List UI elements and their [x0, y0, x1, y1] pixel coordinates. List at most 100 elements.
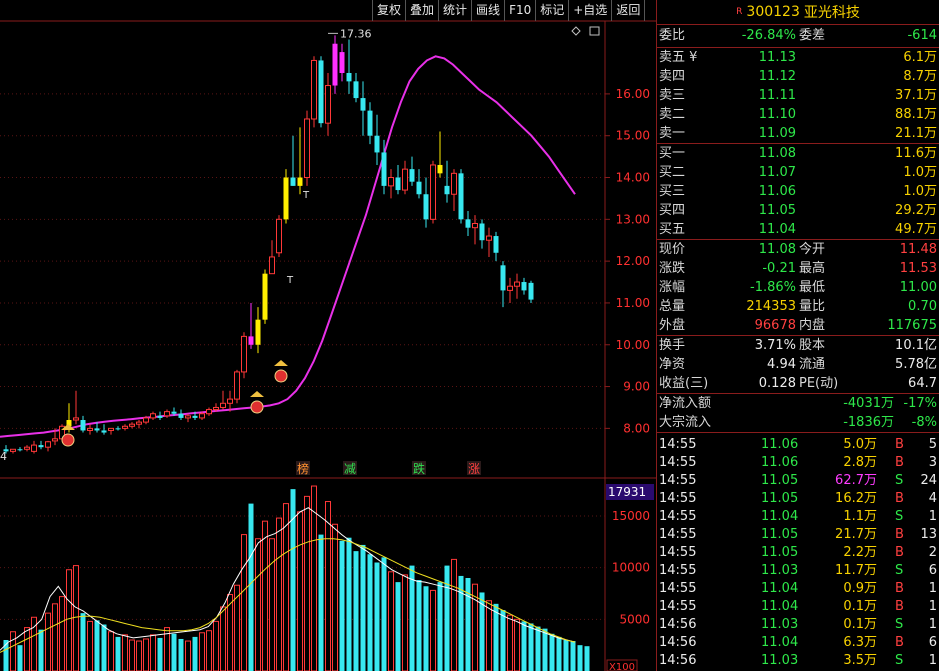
tick-row: 14:55 11.06 5.0万 B 5	[657, 436, 939, 454]
tick-row: 14:55 11.05 2.2万 B 2	[657, 544, 939, 562]
candle	[248, 302, 254, 349]
candle	[73, 390, 79, 425]
candle	[290, 135, 296, 186]
tick-row: 14:56 11.03 0.1万 S 1	[657, 616, 939, 634]
candle	[206, 407, 212, 416]
tick-count: 6	[928, 635, 937, 650]
bid-volume: 49.7万	[895, 222, 937, 237]
bid-level-3: 买三 11.06 1.0万	[657, 182, 939, 201]
tick-time: 14:55	[659, 491, 697, 506]
toolbar-button-f10[interactable]: F10	[504, 0, 535, 21]
tick-time: 14:55	[659, 527, 697, 542]
tick-list[interactable]: 14:55 11.06 5.0万 B 5 14:55 11.06 2.8万 B 3 14:55 11.…	[657, 433, 939, 670]
tick-price: 11.03	[761, 653, 799, 668]
price-tick-label: 16.00	[616, 87, 650, 101]
chart-markers: 17.36 4 榜 减 跌 涨 T T	[0, 26, 600, 476]
candle	[500, 261, 506, 308]
volume-bar	[486, 600, 492, 671]
tick-side: B	[895, 581, 904, 596]
stat-value: 0.70	[908, 299, 937, 314]
ask-label: 卖二	[659, 107, 686, 122]
candle	[479, 219, 485, 249]
toolbar-button-mark[interactable]: 标记	[535, 0, 568, 21]
candle	[304, 110, 310, 186]
stat-label: 净资	[659, 357, 686, 372]
volume-unit: X100	[609, 662, 635, 671]
volume-bar	[367, 554, 373, 671]
toolbar-button-overlay[interactable]: 叠加	[405, 0, 438, 21]
candle	[437, 131, 443, 178]
award-icon[interactable]	[274, 360, 288, 383]
stat-value: 4.94	[767, 357, 796, 372]
toolbar-button-draw[interactable]: 画线	[471, 0, 504, 21]
window-icon[interactable]	[589, 26, 600, 36]
volume-bar	[493, 603, 499, 671]
tick-side: B	[895, 527, 904, 542]
stat-label: 今开	[799, 242, 826, 257]
bid-label: 买三	[659, 184, 686, 199]
kline-chart[interactable]: 16.00 15.00 14.00 13.00 12.00 11.00 10.00 9.00 8…	[0, 0, 656, 671]
candle	[262, 269, 268, 324]
volume-bar	[45, 612, 51, 671]
price-tick-label: 15.00	[616, 129, 650, 143]
tick-count: 1	[928, 599, 937, 614]
volume-bar	[185, 640, 191, 671]
volume-bar	[542, 628, 548, 671]
volume-bar	[353, 551, 359, 671]
tick-volume: 21.7万	[835, 527, 877, 542]
stat-value: -1.86%	[750, 280, 796, 295]
candle	[486, 227, 492, 257]
volume-bar	[59, 596, 65, 671]
stat-value: 10.1亿	[895, 338, 937, 353]
candle	[122, 424, 128, 431]
volume-bar	[521, 621, 527, 671]
ask-label: 卖三	[659, 88, 686, 103]
candle	[402, 160, 408, 195]
volume-bar	[10, 631, 16, 671]
candle	[24, 445, 30, 452]
volume-bar	[73, 565, 79, 671]
tick-side: B	[895, 635, 904, 650]
stat-row: 换手 3.71% 股本 10.1亿	[657, 336, 939, 355]
bid-label: 买一	[659, 146, 686, 161]
volume-bar	[535, 626, 541, 671]
tick-time: 14:56	[659, 617, 697, 632]
tick-count: 13	[920, 527, 937, 542]
capital-flows: 净流入额 -4031万 -17% 大宗流入 -1836万 -8%	[657, 394, 939, 433]
volume-bar	[556, 636, 562, 671]
candle	[178, 409, 184, 421]
candle	[346, 39, 352, 94]
order-ratio-row: 委比 -26.84% 委差 -614	[657, 25, 939, 48]
candle	[332, 35, 338, 94]
candle	[367, 102, 373, 145]
diamond-icon[interactable]	[571, 26, 581, 36]
stat-row: 涨跌 -0.21 最高 11.53	[657, 259, 939, 278]
volume-bars	[3, 485, 590, 671]
price-axis: 16.00 15.00 14.00 13.00 12.00 11.00 10.00 9.00 8…	[605, 87, 654, 671]
event-tag-label: 涨	[468, 461, 480, 476]
event-tag-label: 榜	[297, 461, 309, 476]
toolbar-button-add-watchlist[interactable]: +自选	[568, 0, 611, 21]
price-tick-label: 14.00	[616, 171, 650, 185]
tick-price: 11.05	[761, 545, 799, 560]
margin-badge: R	[736, 7, 743, 17]
volume-bar	[52, 603, 58, 671]
bid-volume: 1.0万	[903, 184, 937, 199]
toolbar-button-stats[interactable]: 统计	[438, 0, 471, 21]
candle	[451, 169, 457, 211]
stat-value: 0.128	[758, 376, 796, 391]
volume-bar	[206, 630, 212, 671]
tick-count: 4	[928, 491, 937, 506]
candle	[297, 127, 303, 195]
price-tick-label: 8.00	[623, 421, 650, 435]
bid-level-2: 买二 11.07 1.0万	[657, 163, 939, 182]
toolbar-button-back[interactable]: 返回	[611, 0, 646, 21]
volume-bar	[199, 632, 205, 671]
award-icon[interactable]	[250, 391, 264, 414]
toolbar-button-fuquan[interactable]: 复权	[372, 0, 405, 21]
stat-row: 总量 214353 量比 0.70	[657, 297, 939, 316]
candle	[276, 215, 282, 257]
flow-value: -4031万	[843, 396, 894, 411]
volume-bar	[255, 538, 261, 671]
volume-bar	[24, 627, 30, 671]
